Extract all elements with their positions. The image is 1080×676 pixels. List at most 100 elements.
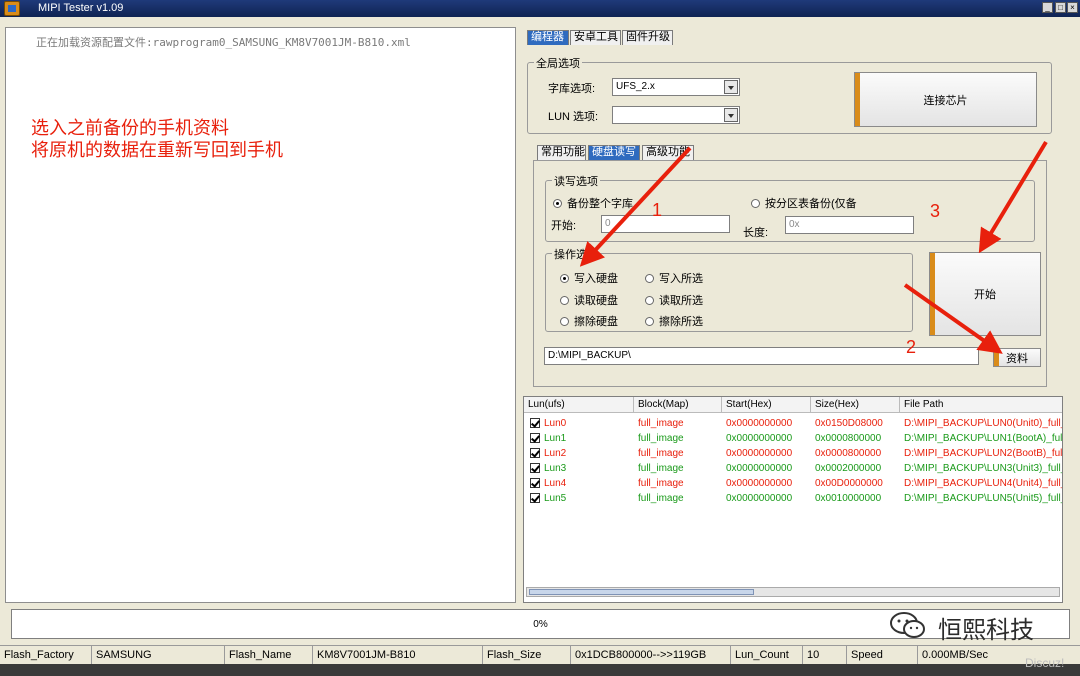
horizontal-scrollbar[interactable] [526, 587, 1060, 597]
browse-data-label: 资料 [1006, 352, 1028, 365]
col-lun[interactable]: Lun(ufs) [524, 397, 634, 413]
cell-path: D:\MIPI_BACKUP\LUN1(BootA)_full_ [904, 433, 1062, 444]
lun-select[interactable] [612, 106, 740, 124]
status-flash-factory: SAMSUNG [92, 646, 225, 665]
status-speed-label: Speed [847, 646, 918, 665]
checkbox-icon[interactable] [530, 463, 540, 473]
chevron-down-icon[interactable] [724, 80, 738, 94]
table-row[interactable]: Lun3 full_image 0x0000000000 0x0002000000 D:… [524, 461, 1062, 476]
radio-write-disk[interactable]: 写入硬盘 [560, 270, 618, 286]
tab-firmware-upgrade[interactable]: 固件升级 [622, 30, 673, 45]
radio-read-selected-label: 读取所选 [659, 295, 703, 307]
cell-block: full_image [638, 493, 684, 504]
cell-size: 0x00D0000000 [815, 478, 883, 489]
tab-advanced[interactable]: 高级功能 [642, 145, 694, 160]
checkbox-icon[interactable] [530, 493, 540, 503]
radio-backup-partition-label: 按分区表备份(仅备 [765, 198, 857, 210]
lib-select[interactable]: UFS_2.x [612, 78, 740, 96]
length-label: 长度: [743, 227, 769, 239]
radio-read-selected[interactable]: 读取所选 [645, 292, 703, 308]
annotation-number-2: 2 [906, 337, 917, 357]
global-options-legend: 全局选项 [534, 55, 582, 71]
radio-erase-selected[interactable]: 擦除所选 [645, 313, 703, 329]
cell-start: 0x0000000000 [726, 493, 793, 504]
radio-backup-full-label: 备份整个字库 [567, 198, 633, 210]
cell-start: 0x0000000000 [726, 448, 793, 459]
checkbox-icon[interactable] [530, 478, 540, 488]
scrollbar-thumb[interactable] [529, 589, 754, 595]
window-title: MIPI Tester v1.09 [38, 2, 124, 14]
cell-path: D:\MIPI_BACKUP\LUN4(Unit4)_full_i [904, 478, 1062, 489]
radio-read-disk-label: 读取硬盘 [574, 295, 618, 307]
cell-block: full_image [638, 418, 684, 429]
radio-dot-icon [553, 199, 562, 208]
radio-backup-partition[interactable]: 按分区表备份(仅备 [751, 195, 857, 211]
site-watermark: Discuz! [1025, 656, 1065, 670]
status-flash-name: KM8V7001JM-B810 [313, 646, 483, 665]
cell-size: 0x0002000000 [815, 463, 882, 474]
radio-write-selected-label: 写入所选 [659, 273, 703, 285]
start-button[interactable]: 开始 [929, 252, 1041, 336]
status-flash-factory-label: Flash_Factory [0, 646, 92, 665]
cell-start: 0x0000000000 [726, 418, 793, 429]
browse-data-button[interactable]: 资料 [993, 348, 1041, 367]
status-flash-size-label: Flash_Size [483, 646, 571, 665]
radio-read-disk[interactable]: 读取硬盘 [560, 292, 618, 308]
col-block[interactable]: Block(Map) [634, 397, 722, 413]
col-path[interactable]: File Path [900, 397, 1062, 413]
col-size[interactable]: Size(Hex) [811, 397, 900, 413]
cell-size: 0x0010000000 [815, 493, 882, 504]
table-row[interactable]: Lun1 full_image 0x0000000000 0x0000800000 D:… [524, 431, 1062, 446]
restore-icon[interactable]: □ [1055, 2, 1066, 13]
start-label: 开始: [551, 220, 577, 232]
log-line: 正在加载资源配置文件:rawprogram0_SAMSUNG_KM8V7001J… [36, 36, 411, 49]
checkbox-icon[interactable] [530, 448, 540, 458]
cell-lun: Lun1 [544, 433, 567, 444]
annotation-note-2: 将原机的数据在重新写回到手机 [31, 140, 283, 160]
radio-backup-full[interactable]: 备份整个字库 [553, 195, 633, 211]
start-input[interactable]: 0 [601, 215, 730, 233]
radio-write-disk-label: 写入硬盘 [574, 273, 618, 285]
cell-lun: Lun0 [544, 418, 567, 429]
radio-dot-icon [645, 296, 654, 305]
cell-start: 0x0000000000 [726, 463, 793, 474]
cell-block: full_image [638, 463, 684, 474]
cell-start: 0x0000000000 [726, 478, 793, 489]
cell-lun: Lun4 [544, 478, 567, 489]
cell-block: full_image [638, 448, 684, 459]
close-icon[interactable]: × [1067, 2, 1078, 13]
table-row[interactable]: Lun5 full_image 0x0000000000 0x0010000000 D:… [524, 491, 1062, 506]
checkbox-icon[interactable] [530, 418, 540, 428]
radio-write-selected[interactable]: 写入所选 [645, 270, 703, 286]
radio-dot-icon [560, 296, 569, 305]
lun-table: Lun(ufs) Block(Map) Start(Hex) Size(Hex)… [523, 396, 1063, 603]
cell-size: 0x0000800000 [815, 433, 882, 444]
status-bar: Flash_Factory SAMSUNG Flash_Name KM8V700… [0, 645, 1080, 665]
radio-erase-disk[interactable]: 擦除硬盘 [560, 313, 618, 329]
tab-common[interactable]: 常用功能 [537, 145, 586, 160]
operation-legend: 操作选 [552, 246, 589, 262]
table-row[interactable]: Lun4 full_image 0x0000000000 0x00D0000000 D:… [524, 476, 1062, 491]
cell-path: D:\MIPI_BACKUP\LUN2(BootB)_full_ [904, 448, 1062, 459]
length-input[interactable]: 0x [785, 216, 914, 234]
tab-android-tools[interactable]: 安卓工具 [570, 30, 621, 45]
radio-erase-disk-label: 擦除硬盘 [574, 316, 618, 328]
chevron-down-icon[interactable] [724, 108, 738, 122]
start-button-label: 开始 [974, 289, 996, 301]
connect-chip-button[interactable]: 连接芯片 [854, 72, 1037, 127]
lib-select-value: UFS_2.x [616, 81, 655, 92]
cell-block: full_image [638, 478, 684, 489]
status-lun-count-label: Lun_Count [731, 646, 803, 665]
rw-options-legend: 读写选项 [552, 173, 600, 189]
col-start[interactable]: Start(Hex) [722, 397, 811, 413]
radio-dot-icon [645, 317, 654, 326]
table-row[interactable]: Lun0 full_image 0x0000000000 0x0150D08000 D:… [524, 416, 1062, 431]
tab-programmer[interactable]: 编程器 [527, 30, 569, 45]
table-row[interactable]: Lun2 full_image 0x0000000000 0x0000800000 D:… [524, 446, 1062, 461]
tab-disk-rw[interactable]: 硬盘读写 [588, 145, 640, 160]
annotation-number-1: 1 [652, 200, 663, 220]
checkbox-icon[interactable] [530, 433, 540, 443]
wechat-icon [890, 612, 925, 638]
watermark: 恒熙科技 [888, 610, 1048, 644]
minimize-icon[interactable]: _ [1042, 2, 1053, 13]
